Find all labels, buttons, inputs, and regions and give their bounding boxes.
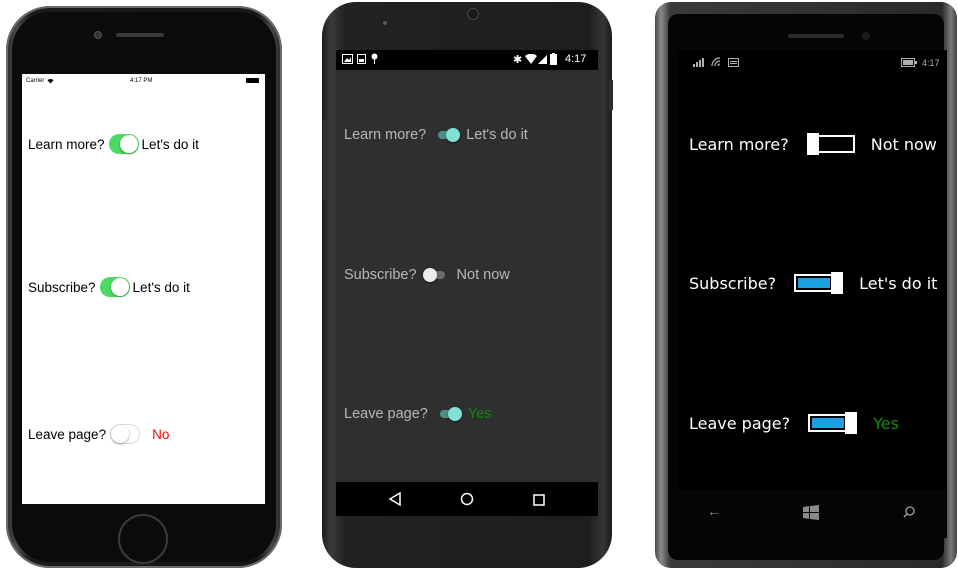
subscribe-switch[interactable] — [794, 272, 844, 294]
leave-page-label: Leave page? — [28, 426, 107, 442]
signal-icon — [693, 58, 707, 69]
front-camera-icon — [467, 8, 479, 20]
learn-more-row: Learn more? Let's do it — [28, 133, 199, 155]
leave-page-label: Leave page? — [689, 413, 791, 433]
subscribe-label: Subscribe? — [689, 273, 777, 293]
android-status-bar: ✱ 4:17 — [336, 50, 598, 70]
front-camera-icon — [94, 31, 102, 39]
subscribe-status: Let's do it — [859, 273, 938, 293]
subscribe-row: Subscribe? Let's do it — [689, 271, 937, 295]
subscribe-status: Not now — [456, 267, 510, 283]
windows-start-icon[interactable] — [803, 505, 819, 525]
earpiece-speaker — [116, 33, 164, 37]
windows-phone-screen: 4:17 Learn more? Not now Subscribe? Let'… — [677, 50, 947, 490]
leave-page-row: Leave page? Yes — [689, 411, 899, 435]
leave-page-status: No — [152, 426, 170, 442]
switch-fill — [798, 278, 831, 288]
switch-thumb — [831, 272, 844, 294]
leave-page-row: Leave page? Yes — [344, 403, 492, 425]
leave-page-switch[interactable] — [438, 403, 462, 425]
earpiece-speaker — [788, 34, 844, 38]
battery-icon — [246, 78, 259, 83]
learn-more-label: Learn more? — [689, 134, 789, 154]
learn-more-label: Learn more? — [344, 127, 427, 143]
search-icon[interactable] — [903, 505, 915, 523]
switch-knob — [111, 425, 130, 443]
learn-more-status: Not now — [870, 134, 937, 154]
android-nav-bar — [336, 482, 598, 516]
wifi-icon — [47, 78, 54, 86]
front-camera-icon — [862, 32, 870, 40]
learn-more-status: Let's do it — [141, 136, 199, 152]
subscribe-label: Subscribe? — [28, 279, 96, 295]
learn-more-switch[interactable] — [806, 133, 855, 155]
gallery-notification-icon — [342, 54, 353, 67]
subscribe-switch[interactable] — [99, 277, 130, 297]
battery-icon — [901, 58, 917, 69]
switch-knob — [119, 135, 138, 153]
switch-thumb — [446, 128, 461, 142]
subscribe-label: Subscribe? — [344, 267, 417, 283]
subscribe-row: Subscribe? Not now — [344, 264, 510, 286]
learn-more-switch[interactable] — [108, 134, 139, 154]
leave-page-status: Yes — [873, 413, 899, 433]
location-pin-icon — [371, 53, 378, 68]
leave-page-row: Leave page? No — [28, 423, 169, 445]
sensor-dot — [383, 21, 387, 25]
carrier-label: Carrier — [26, 78, 45, 84]
message-icon — [728, 58, 739, 69]
switch-thumb — [422, 268, 437, 282]
wifi-icon — [525, 53, 537, 67]
subscribe-status: Let's do it — [132, 279, 190, 295]
leave-page-switch[interactable] — [110, 424, 141, 444]
volume-button — [323, 120, 326, 200]
home-button[interactable] — [118, 514, 168, 564]
switch-thumb — [845, 412, 858, 434]
subscribe-switch[interactable] — [422, 264, 447, 286]
wifi-icon — [711, 57, 723, 69]
leave-page-label: Leave page? — [344, 406, 428, 422]
leave-page-switch[interactable] — [808, 412, 858, 434]
signal-icon — [538, 54, 547, 67]
ios-screen: Carrier 4:17 PM Learn more? Let's do it … — [22, 74, 265, 504]
switch-knob — [110, 278, 129, 296]
battery-icon — [550, 53, 557, 68]
screenshot-notification-icon — [357, 54, 366, 67]
status-time: 4:17 — [922, 58, 940, 68]
power-button — [609, 80, 613, 110]
learn-more-row: Learn more? Let's do it — [344, 124, 528, 146]
home-icon[interactable] — [460, 492, 474, 511]
learn-more-label: Learn more? — [28, 136, 105, 152]
recents-icon[interactable] — [533, 493, 545, 511]
leave-page-status: Yes — [467, 406, 492, 422]
android-screen: ✱ 4:17 Learn more? Let's do it Subscribe… — [336, 50, 598, 516]
switch-thumb — [447, 407, 462, 421]
learn-more-status: Let's do it — [466, 127, 528, 143]
subscribe-row: Subscribe? Let's do it — [28, 276, 190, 298]
back-arrow-icon[interactable]: ← — [707, 503, 721, 519]
bluetooth-icon: ✱ — [513, 54, 523, 66]
status-time: 4:17 — [565, 53, 587, 65]
switch-thumb — [806, 133, 819, 155]
windows-phone-nav-bar: ← — [677, 490, 947, 538]
learn-more-row: Learn more? Not now — [689, 132, 937, 156]
back-icon[interactable] — [388, 491, 402, 511]
status-time: 4:17 PM — [130, 78, 153, 84]
switch-fill — [812, 418, 845, 428]
learn-more-switch[interactable] — [436, 124, 461, 146]
